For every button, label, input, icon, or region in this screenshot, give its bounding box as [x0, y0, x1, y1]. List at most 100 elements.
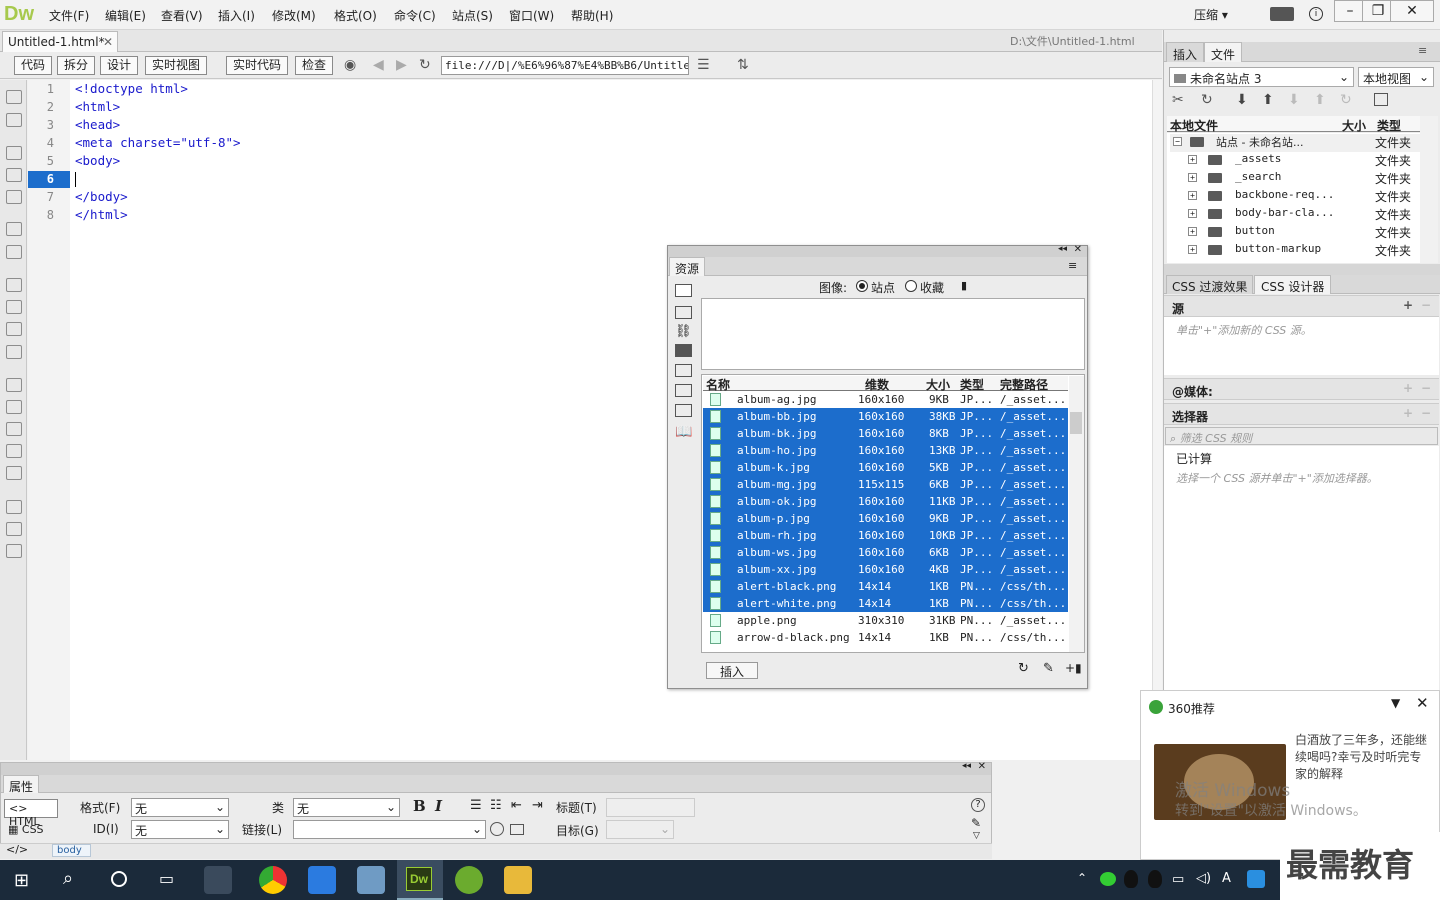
properties-titlebar[interactable]: ◂◂ ✕	[1, 761, 991, 775]
tab-css-transitions[interactable]: CSS 过渡效果	[1166, 275, 1254, 294]
expand-icon[interactable]: +	[1188, 155, 1197, 164]
collapse-tag-icon[interactable]	[6, 146, 22, 160]
file-tree-item[interactable]: + body-bar-cla... 文件夹	[1170, 206, 1420, 224]
back-icon[interactable]: ◀	[373, 57, 384, 73]
add-selector-icon[interactable]: +	[1403, 406, 1413, 420]
outdent-icon[interactable]: ⇤	[511, 798, 522, 813]
select-parent-tag-icon[interactable]	[6, 222, 22, 236]
tab-insert[interactable]: 插入	[1166, 42, 1205, 62]
menu-format[interactable]: 格式(O)	[334, 7, 377, 24]
file-tree-item[interactable]: + _search 文件夹	[1170, 170, 1420, 188]
id-select[interactable]: 无 ⌄	[131, 820, 229, 839]
move-css-icon[interactable]	[6, 466, 22, 480]
images-category-icon[interactable]	[675, 284, 692, 297]
expand-icon[interactable]: +	[1188, 191, 1197, 200]
scripts-category-icon[interactable]	[675, 364, 692, 377]
network-icon[interactable]: ▭	[1172, 872, 1184, 887]
close-panel-icon[interactable]: ✕	[1074, 244, 1082, 255]
chrome-icon[interactable]	[259, 866, 287, 894]
chevron-down-icon[interactable]: ▼	[1391, 696, 1400, 710]
cortana-icon[interactable]	[111, 871, 127, 887]
view-options-icon[interactable]: ☰	[697, 57, 710, 73]
asset-row[interactable]: album-xx.jpg 160x160 4KB JP... /_asset...	[703, 561, 1068, 578]
inspect-button[interactable]: 检查	[295, 56, 334, 75]
document-tab[interactable]: Untitled-1.html* ✕	[2, 31, 118, 52]
file-tree-item[interactable]: + backbone-req... 文件夹	[1170, 188, 1420, 206]
notepad-icon[interactable]	[357, 866, 385, 894]
indent-icon[interactable]	[6, 500, 22, 514]
tab-files[interactable]: 文件	[1204, 42, 1243, 62]
urls-category-icon[interactable]: ⛓	[675, 324, 692, 339]
qq-icon[interactable]	[1148, 870, 1162, 888]
expand-icon[interactable]: +	[1188, 209, 1197, 218]
refresh-icon[interactable]: ↻	[1018, 661, 1029, 676]
radio-favorites[interactable]	[905, 280, 917, 292]
file-explorer-icon[interactable]	[504, 866, 532, 894]
collapse-selection-icon[interactable]	[6, 168, 22, 182]
volume-icon[interactable]: ◁)	[1196, 871, 1211, 886]
sync-icon[interactable]: ↻	[1340, 92, 1352, 108]
html-mode-button[interactable]: <> HTML	[4, 799, 58, 828]
expand-all-icon[interactable]	[6, 190, 22, 204]
add-source-icon[interactable]: +	[1403, 298, 1413, 312]
add-favorite-icon[interactable]: +▮	[1065, 661, 1082, 675]
asset-row[interactable]: alert-black.png 14x14 1KB PN... /css/th...	[703, 578, 1068, 595]
asset-row[interactable]: album-bk.jpg 160x160 8KB JP... /_asset...	[703, 425, 1068, 442]
outdent-icon[interactable]	[6, 522, 22, 536]
asset-row[interactable]: album-p.jpg 160x160 9KB JP... /_asset...	[703, 510, 1068, 527]
close-icon[interactable]: ✕	[1416, 694, 1429, 712]
asset-row[interactable]: album-ag.jpg 160x160 9KB JP... /_asset...	[703, 391, 1068, 408]
bookmark-icon[interactable]: ▮	[961, 279, 967, 292]
apply-comment-icon[interactable]	[6, 378, 22, 392]
media-category-icon[interactable]	[675, 344, 692, 357]
templates-category-icon[interactable]	[675, 384, 692, 397]
task-view-icon[interactable]: ▭	[159, 869, 174, 888]
format-source-icon[interactable]	[6, 544, 22, 558]
address-input[interactable]: file:///D|/%E6%96%87%E4%BB%B6/Untitled	[441, 56, 689, 75]
colors-category-icon[interactable]	[675, 306, 692, 319]
tab-css-designer[interactable]: CSS 设计器	[1254, 275, 1332, 294]
refresh-icon[interactable]: ↻	[1201, 92, 1213, 108]
view-select[interactable]: 本地视图 ⌄	[1358, 67, 1434, 87]
menu-file[interactable]: 文件(F)	[49, 7, 89, 24]
col-size[interactable]: 大小	[1342, 117, 1366, 134]
tray-expand-icon[interactable]: ⌃	[1077, 871, 1087, 885]
code-view-button[interactable]: 代码	[14, 56, 53, 75]
melon-app-icon[interactable]	[455, 866, 483, 894]
remove-source-icon[interactable]: −	[1421, 298, 1431, 312]
word-wrap-icon[interactable]	[6, 322, 22, 336]
wrap-tag-icon[interactable]	[6, 422, 22, 436]
col-type[interactable]: 类型	[1377, 117, 1401, 134]
italic-icon[interactable]: I	[435, 797, 442, 815]
menu-commands[interactable]: 命令(C)	[394, 7, 436, 24]
news-text[interactable]: 白酒放了三年多，还能继续喝吗?幸亏及时听完专家的解释	[1295, 732, 1433, 783]
remove-comment-icon[interactable]	[6, 400, 22, 414]
info-icon[interactable]: i	[1309, 7, 1323, 21]
edit-icon[interactable]: ✎	[1043, 661, 1054, 676]
format-select[interactable]: 无 ⌄	[131, 798, 229, 817]
add-media-icon[interactable]: +	[1403, 381, 1413, 395]
editor-scrollbar[interactable]	[1152, 80, 1162, 760]
line-numbers-icon[interactable]	[6, 278, 22, 292]
file-management-icon[interactable]: ⇅	[737, 57, 749, 73]
indent-icon[interactable]: ⇥	[532, 798, 543, 813]
help-icon[interactable]: ?	[971, 798, 985, 812]
workspace-switcher[interactable]: 压缩 ▾	[1194, 6, 1228, 23]
asset-row[interactable]: album-bb.jpg 160x160 38KB JP... /_asset...	[703, 408, 1068, 425]
highlight-invalid-icon[interactable]	[6, 300, 22, 314]
checkout-icon[interactable]: ⬇	[1288, 92, 1300, 108]
input-method-icon[interactable]: A	[1222, 871, 1231, 886]
tag-selector-body[interactable]: body	[52, 844, 91, 857]
file-tree-root[interactable]: − 站点 - 未命名站... 文件夹	[1170, 134, 1420, 152]
class-select[interactable]: 无 ⌄	[293, 798, 400, 817]
expand-properties-icon[interactable]: ▽	[973, 831, 980, 841]
close-button[interactable]: ✕	[1390, 0, 1434, 22]
menu-help[interactable]: 帮助(H)	[571, 7, 613, 24]
target-select[interactable]: ⌄	[606, 820, 674, 839]
bold-icon[interactable]: B	[413, 797, 426, 815]
radio-site[interactable]	[856, 280, 868, 292]
expand-icon[interactable]: +	[1188, 173, 1197, 182]
live-view-button[interactable]: 实时视图	[145, 56, 208, 75]
dreamweaver-task[interactable]: Dw	[397, 860, 443, 900]
file-tree-item[interactable]: + button-markup 文件夹	[1170, 242, 1420, 260]
